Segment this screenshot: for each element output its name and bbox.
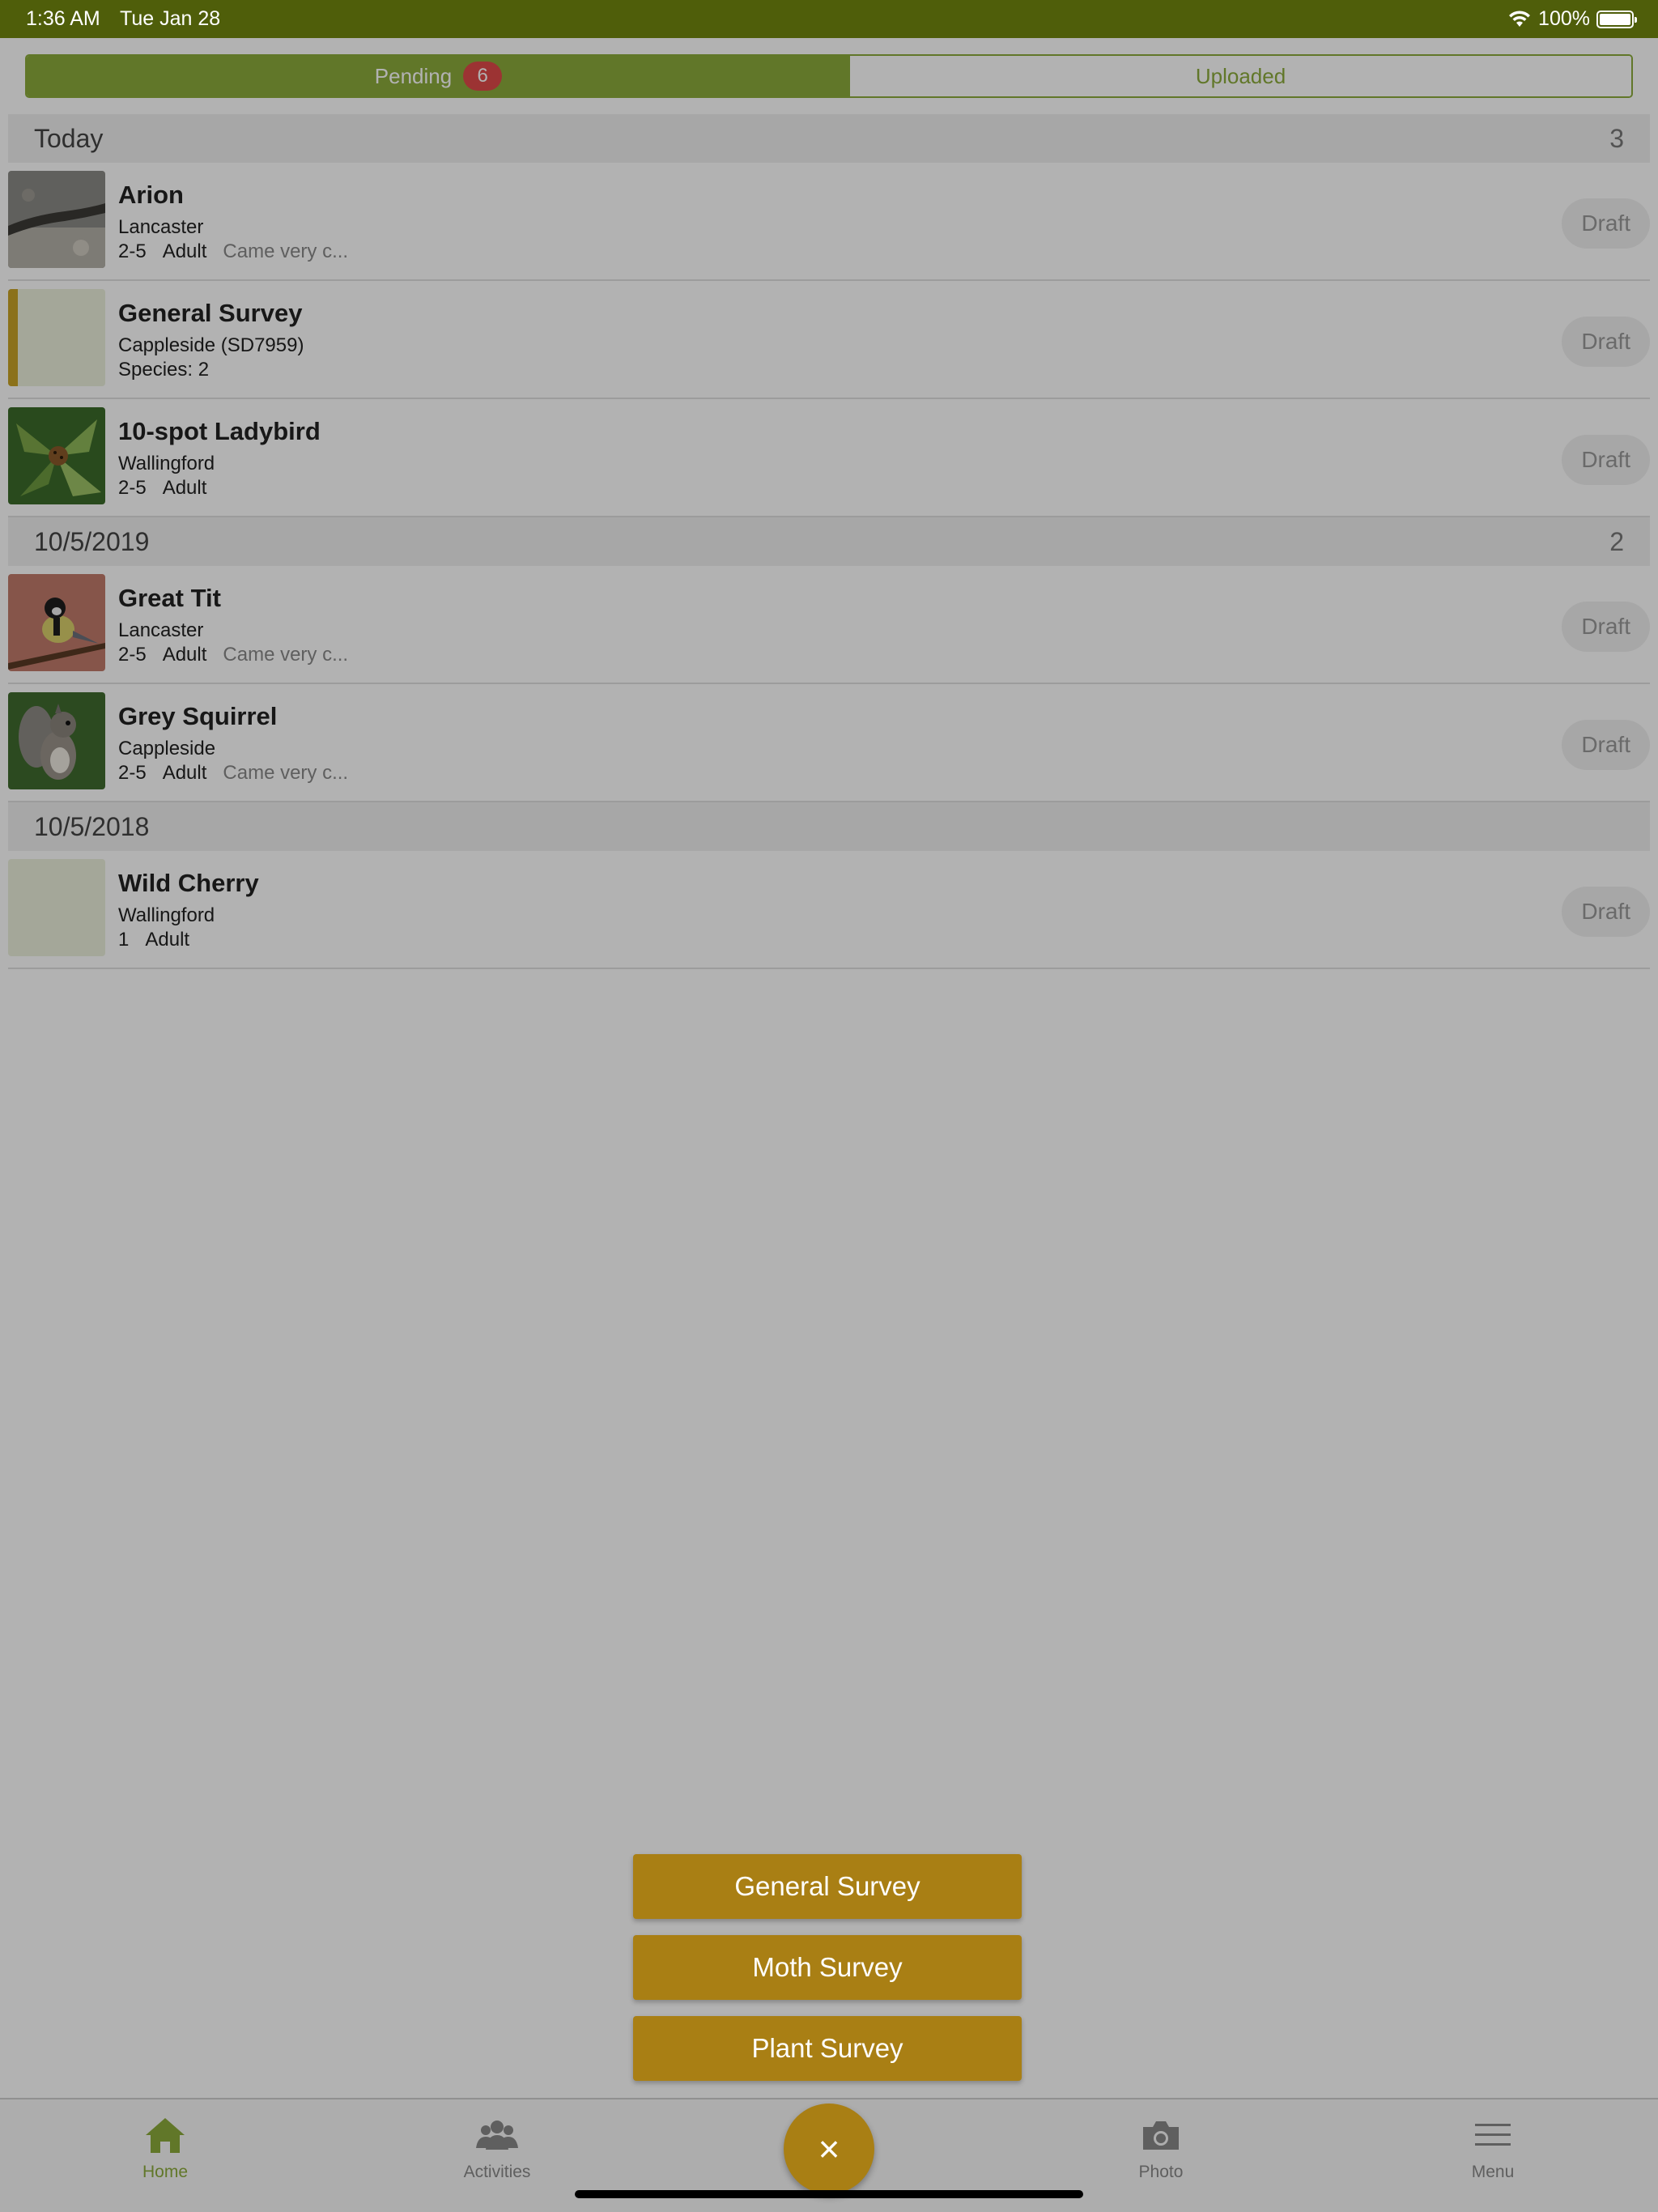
moth-survey-button[interactable]: Moth Survey bbox=[633, 1935, 1022, 2000]
status-time: 1:36 AM bbox=[26, 7, 100, 30]
status-right: 100% bbox=[1507, 7, 1637, 31]
status-bar: 1:36 AM Tue Jan 28 100% bbox=[0, 0, 1658, 38]
battery-icon bbox=[1596, 10, 1637, 28]
plant-survey-button[interactable]: Plant Survey bbox=[633, 2016, 1022, 2081]
general-survey-button[interactable]: General Survey bbox=[633, 1854, 1022, 1919]
home-indicator bbox=[575, 2190, 1083, 2198]
wifi-icon bbox=[1509, 10, 1531, 27]
close-icon: × bbox=[818, 2128, 840, 2170]
survey-options-menu: General Survey Moth Survey Plant Survey bbox=[633, 1854, 1022, 2097]
close-fab-button[interactable]: × bbox=[784, 2104, 874, 2194]
status-date: Tue Jan 28 bbox=[120, 7, 221, 30]
battery-percent: 100% bbox=[1538, 7, 1590, 30]
